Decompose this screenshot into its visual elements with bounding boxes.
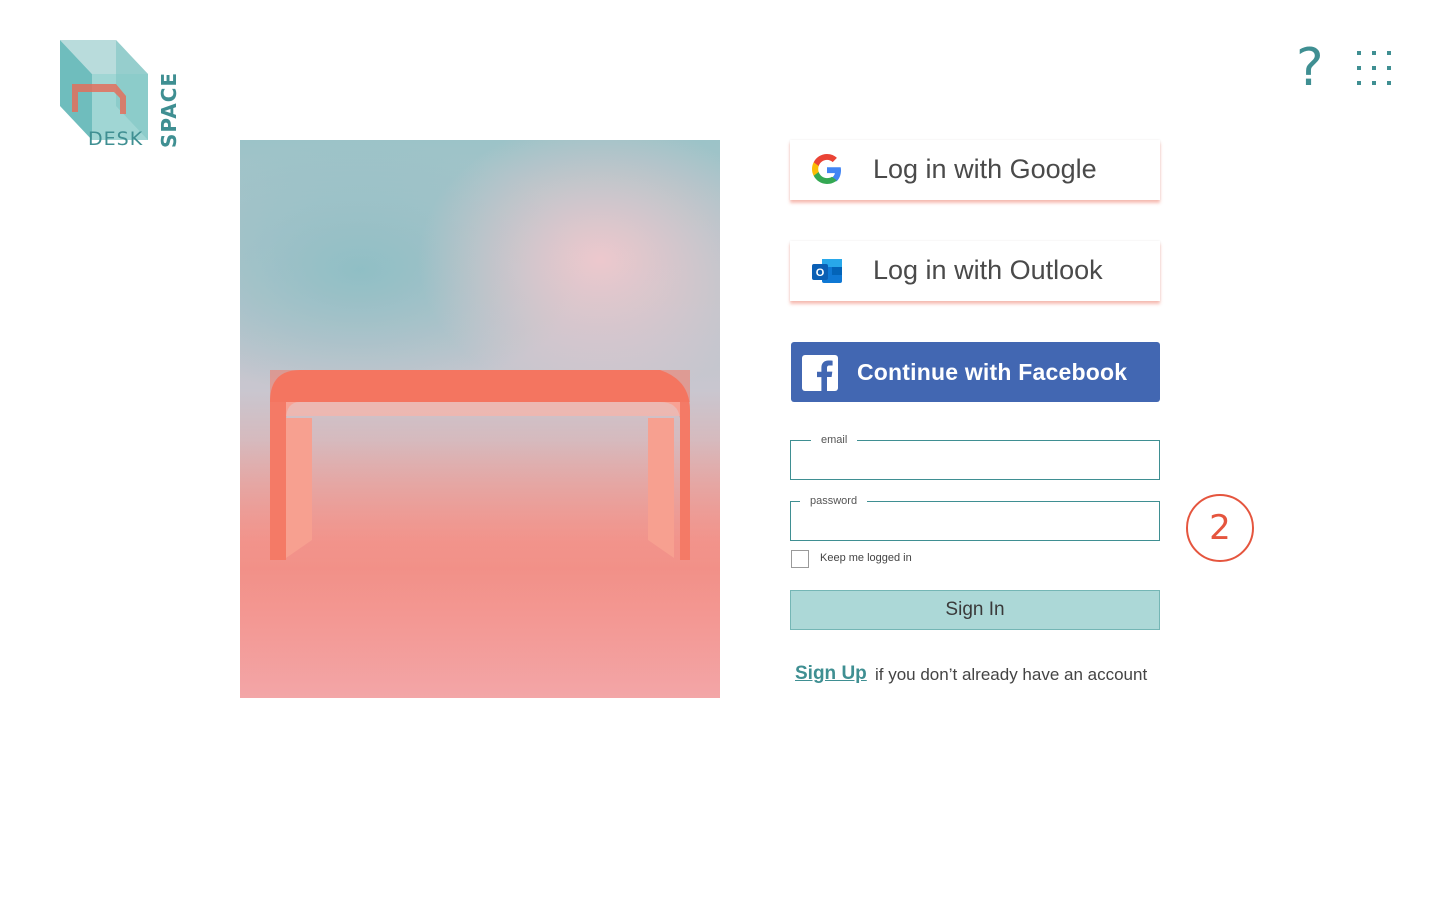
password-field[interactable]: password: [790, 493, 1160, 541]
email-label: email: [811, 432, 858, 448]
facebook-icon: [802, 355, 838, 391]
svg-text:O: O: [816, 267, 825, 279]
help-icon[interactable]: ?: [1296, 38, 1324, 98]
email-field[interactable]: email: [790, 432, 1160, 480]
hero-image: [240, 140, 720, 698]
desk-illustration: [240, 370, 720, 698]
deskspace-logo[interactable]: DESK SPACE: [58, 38, 181, 152]
facebook-login-button[interactable]: Continue with Facebook: [791, 342, 1160, 402]
sign-up-hint: if you don’t already have an account: [875, 665, 1148, 684]
outlook-icon: O: [812, 259, 842, 283]
sign-in-button[interactable]: Sign In: [790, 590, 1160, 630]
facebook-login-label: Continue with Facebook: [857, 359, 1128, 385]
logo-word-space: SPACE: [157, 71, 181, 148]
sign-up-link[interactable]: Sign Up: [795, 663, 867, 685]
outlook-login-label: Log in with Outlook: [873, 255, 1103, 285]
remember-me-label[interactable]: Keep me logged in: [820, 552, 912, 564]
logo-word-desk: DESK: [88, 128, 144, 150]
remember-me-checkbox[interactable]: [791, 550, 809, 568]
google-login-label: Log in with Google: [873, 154, 1097, 184]
apps-grid-icon[interactable]: [1354, 48, 1396, 90]
outlook-login-button[interactable]: O Log in with Outlook: [790, 241, 1160, 301]
password-label: password: [800, 493, 868, 509]
google-icon: [812, 154, 841, 184]
google-login-button[interactable]: Log in with Google: [790, 140, 1160, 200]
step-number-badge: 2: [1186, 494, 1254, 562]
